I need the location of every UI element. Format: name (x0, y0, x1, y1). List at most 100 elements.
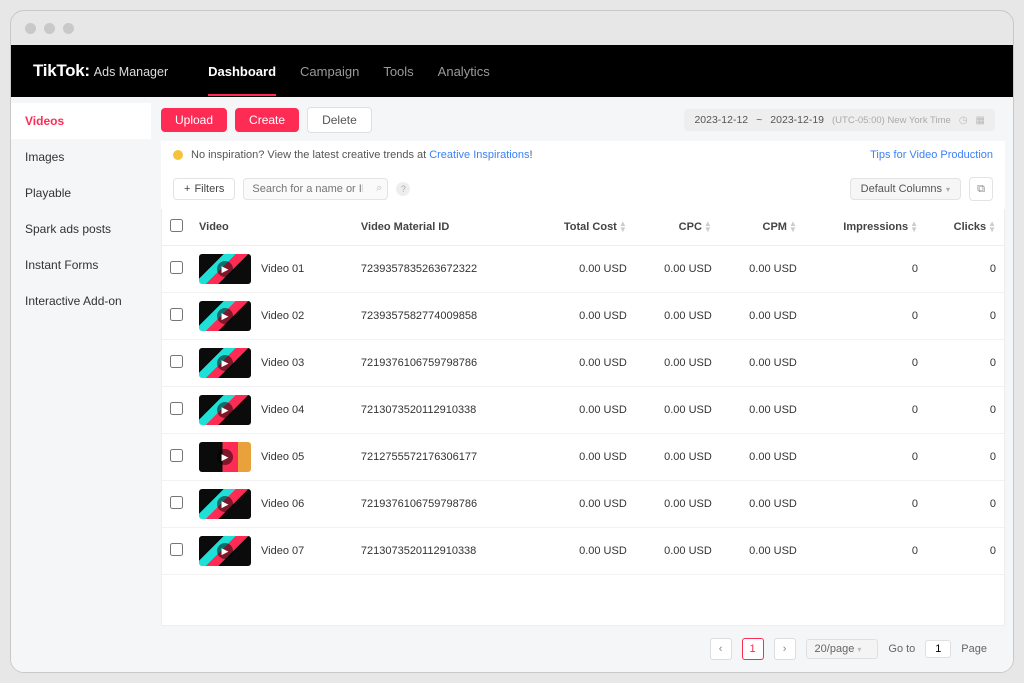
row-checkbox[interactable] (170, 308, 183, 321)
table-row[interactable]: Video 0372193761067597987860.00 USD0.00 … (162, 340, 1004, 387)
chevron-down-icon: ▾ (946, 185, 950, 194)
app-root: TikTok: Ads Manager Dashboard Campaign Too… (11, 45, 1013, 672)
cost: 0.00 USD (529, 293, 634, 340)
timezone-label: (UTC-05:00) New York Time (832, 115, 951, 126)
material-id: 7213073520112910338 (353, 528, 530, 575)
clock-icon: ◷ (959, 115, 968, 126)
impressions: 0 (805, 340, 926, 387)
table-row[interactable]: Video 0672193761067597987860.00 USD0.00 … (162, 481, 1004, 528)
video-thumbnail[interactable] (199, 489, 251, 519)
goto-input[interactable] (925, 640, 951, 658)
video-name: Video 06 (261, 498, 304, 510)
browser-frame: TikTok: Ads Manager Dashboard Campaign Too… (10, 10, 1014, 673)
video-thumbnail[interactable] (199, 442, 251, 472)
impressions: 0 (805, 246, 926, 293)
brand-sub: Ads Manager (94, 65, 168, 79)
notice-text: No inspiration? View the latest creative… (191, 149, 426, 161)
row-checkbox[interactable] (170, 543, 183, 556)
notice-suffix: ! (529, 149, 532, 161)
create-button[interactable]: Create (235, 108, 299, 132)
cpc: 0.00 USD (635, 246, 720, 293)
sidebar-item-images[interactable]: Images (11, 139, 151, 175)
page-number-button[interactable]: 1 (742, 638, 764, 660)
table-row[interactable]: Video 0572127555721763061770.00 USD0.00 … (162, 434, 1004, 481)
video-thumbnail[interactable] (199, 536, 251, 566)
body: VideosImagesPlayableSpark ads postsInsta… (11, 97, 1013, 672)
sidebar: VideosImagesPlayableSpark ads postsInsta… (11, 97, 151, 672)
video-thumbnail[interactable] (199, 395, 251, 425)
video-thumbnail[interactable] (199, 254, 251, 284)
next-page-button[interactable]: › (774, 638, 796, 660)
material-id: 7239357582774009858 (353, 293, 530, 340)
nav-item-campaign[interactable]: Campaign (300, 47, 359, 96)
clicks: 0 (926, 528, 1004, 575)
nav-item-tools[interactable]: Tools (383, 47, 413, 96)
browser-titlebar (11, 11, 1013, 45)
nav-item-dashboard[interactable]: Dashboard (208, 47, 276, 96)
col-cpc[interactable]: CPC▲▼ (635, 209, 720, 246)
cpc: 0.00 USD (635, 481, 720, 528)
prev-page-button[interactable]: ‹ (710, 638, 732, 660)
select-all-checkbox[interactable] (170, 219, 183, 232)
table-row[interactable]: Video 0272393575827740098580.00 USD0.00 … (162, 293, 1004, 340)
search-input[interactable] (243, 178, 388, 200)
chevron-down-icon: ▾ (857, 645, 861, 654)
nav-item-analytics[interactable]: Analytics (438, 47, 490, 96)
sort-icon: ▲▼ (988, 221, 996, 233)
sidebar-item-videos[interactable]: Videos (11, 103, 151, 139)
main: Upload Create Delete 2023-12-12 ~ 2023-1… (151, 97, 1013, 672)
impressions: 0 (805, 481, 926, 528)
page-size-select[interactable]: 20/page ▾ (806, 639, 879, 659)
row-checkbox[interactable] (170, 261, 183, 274)
row-checkbox[interactable] (170, 496, 183, 509)
columns-select[interactable]: Default Columns ▾ (850, 178, 961, 200)
sidebar-item-spark-ads-posts[interactable]: Spark ads posts (11, 211, 151, 247)
creative-inspirations-link[interactable]: Creative Inspirations (429, 149, 529, 161)
window-dot (44, 23, 55, 34)
table-row[interactable]: Video 0172393578352636723220.00 USD0.00 … (162, 246, 1004, 293)
cost: 0.00 USD (529, 340, 634, 387)
tips-link[interactable]: Tips for Video Production (870, 149, 993, 161)
row-checkbox[interactable] (170, 402, 183, 415)
video-thumbnail[interactable] (199, 301, 251, 331)
col-material-id[interactable]: Video Material ID (353, 209, 530, 246)
sort-icon: ▲▼ (910, 221, 918, 233)
col-cost[interactable]: Total Cost▲▼ (529, 209, 634, 246)
window-dot (25, 23, 36, 34)
impressions: 0 (805, 293, 926, 340)
date-from: 2023-12-12 (694, 114, 748, 126)
sidebar-item-playable[interactable]: Playable (11, 175, 151, 211)
upload-button[interactable]: Upload (161, 108, 227, 132)
col-clicks[interactable]: Clicks▲▼ (926, 209, 1004, 246)
clicks: 0 (926, 246, 1004, 293)
help-icon[interactable]: ? (396, 182, 410, 196)
table-body: Video 0172393578352636723220.00 USD0.00 … (162, 246, 1004, 575)
video-name: Video 02 (261, 310, 304, 322)
row-checkbox[interactable] (170, 449, 183, 462)
top-nav: TikTok: Ads Manager Dashboard Campaign Too… (11, 45, 1013, 97)
cpm: 0.00 USD (720, 293, 805, 340)
sidebar-item-instant-forms[interactable]: Instant Forms (11, 247, 151, 283)
date-range-picker[interactable]: 2023-12-12 ~ 2023-12-19 (UTC-05:00) New … (684, 109, 995, 131)
col-video[interactable]: Video (191, 209, 353, 246)
video-thumbnail[interactable] (199, 348, 251, 378)
brand: TikTok: Ads Manager (33, 61, 168, 81)
cpc: 0.00 USD (635, 387, 720, 434)
table-row[interactable]: Video 0472130735201129103380.00 USD0.00 … (162, 387, 1004, 434)
impressions: 0 (805, 528, 926, 575)
cost: 0.00 USD (529, 434, 634, 481)
download-button[interactable]: ⧉ (969, 177, 993, 201)
brand-main: TikTok: (33, 61, 90, 81)
toolbar: Upload Create Delete 2023-12-12 ~ 2023-1… (151, 97, 1005, 141)
notice-bar: No inspiration? View the latest creative… (161, 141, 1005, 169)
cpm: 0.00 USD (720, 528, 805, 575)
delete-button[interactable]: Delete (307, 107, 372, 133)
clicks: 0 (926, 434, 1004, 481)
clicks: 0 (926, 387, 1004, 434)
filters-button[interactable]: + Filters (173, 178, 235, 200)
sidebar-item-interactive-add-on[interactable]: Interactive Add-on (11, 283, 151, 319)
table-row[interactable]: Video 0772130735201129103380.00 USD0.00 … (162, 528, 1004, 575)
col-impressions[interactable]: Impressions▲▼ (805, 209, 926, 246)
col-cpm[interactable]: CPM▲▼ (720, 209, 805, 246)
row-checkbox[interactable] (170, 355, 183, 368)
